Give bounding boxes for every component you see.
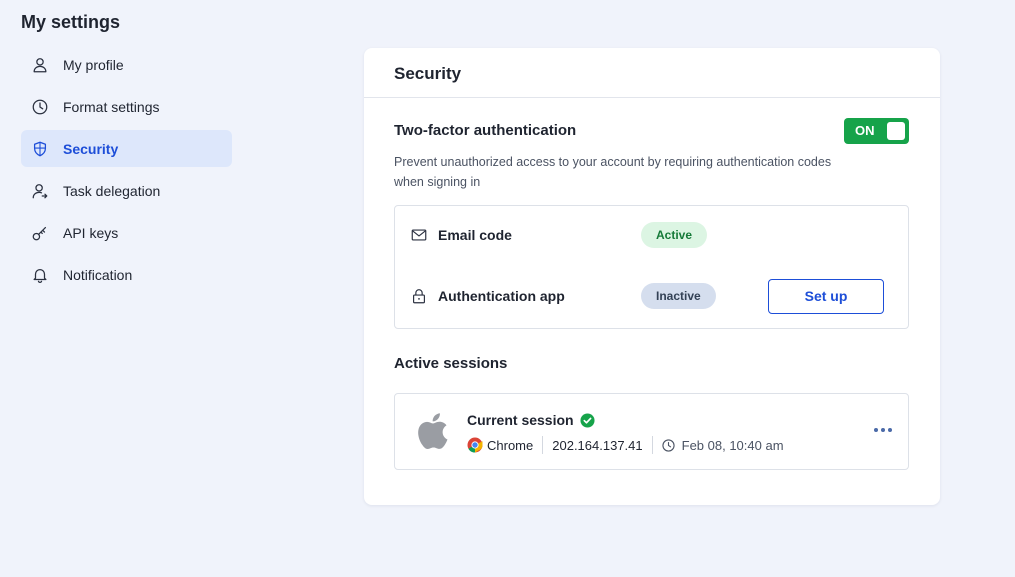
status-badge: Inactive bbox=[641, 283, 716, 309]
method-label: Email code bbox=[438, 227, 512, 243]
sidebar-item-label: Security bbox=[63, 140, 119, 157]
user-arrow-icon bbox=[31, 182, 49, 200]
sidebar-item-task-delegation[interactable]: Task delegation bbox=[21, 172, 232, 209]
bell-icon bbox=[31, 266, 49, 284]
chrome-icon bbox=[467, 437, 483, 453]
toggle-label: ON bbox=[855, 123, 875, 138]
key-icon bbox=[31, 224, 49, 242]
session-time: Feb 08, 10:40 am bbox=[681, 437, 784, 453]
setup-button[interactable]: Set up bbox=[768, 278, 884, 314]
clock-icon bbox=[661, 438, 675, 452]
divider bbox=[542, 436, 544, 454]
sidebar-item-label: Notification bbox=[63, 266, 133, 283]
dot bbox=[881, 428, 885, 432]
sidebar-item-security[interactable]: Security bbox=[21, 130, 232, 167]
session-title-wrap: Current session bbox=[467, 412, 595, 428]
sidebar-item-format-settings[interactable]: Format settings bbox=[21, 88, 232, 125]
sidebar-item-label: My profile bbox=[63, 56, 124, 73]
dot bbox=[888, 428, 892, 432]
active-sessions-title: Active sessions bbox=[394, 355, 508, 372]
mail-icon bbox=[411, 229, 427, 241]
sidebar-item-api-keys[interactable]: API keys bbox=[21, 214, 232, 251]
user-icon bbox=[31, 56, 49, 74]
session-meta: Chrome 202.164.137.41 Feb 08, 10:40 am bbox=[467, 436, 784, 454]
sidebar-item-label: API keys bbox=[63, 224, 119, 241]
sidebar-item-my-profile[interactable]: My profile bbox=[21, 46, 232, 83]
session-row: Current session Chrome 202.164.137.41 Fe… bbox=[394, 393, 909, 470]
apple-icon bbox=[418, 413, 448, 450]
session-ip: 202.164.137.41 bbox=[552, 437, 643, 453]
check-circle-icon bbox=[580, 412, 595, 428]
clock-icon bbox=[31, 98, 49, 116]
two-factor-toggle[interactable]: ON bbox=[844, 118, 909, 144]
card-title: Security bbox=[364, 48, 940, 98]
divider bbox=[651, 436, 653, 454]
security-card: Security Two-factor authentication ON Pr… bbox=[364, 48, 940, 505]
shield-icon bbox=[31, 140, 49, 158]
method-row-email: Email code Active bbox=[395, 217, 908, 253]
method-row-auth-app: Authentication app Inactive Set up bbox=[395, 278, 908, 314]
toggle-knob bbox=[887, 122, 905, 140]
dot bbox=[874, 428, 878, 432]
sidebar-item-notification[interactable]: Notification bbox=[21, 256, 232, 293]
session-title: Current session bbox=[467, 412, 574, 428]
two-factor-title: Two-factor authentication bbox=[394, 122, 577, 139]
session-browser: Chrome bbox=[487, 437, 534, 453]
lock-icon bbox=[413, 289, 425, 304]
status-badge: Active bbox=[641, 222, 708, 248]
more-options-icon[interactable] bbox=[874, 426, 892, 434]
auth-methods-list: Email code Active Authentication app Ina… bbox=[394, 205, 909, 329]
two-factor-description: Prevent unauthorized access to your acco… bbox=[394, 155, 832, 189]
settings-sidebar: My profile Format settings Security Task… bbox=[21, 46, 232, 298]
page-title: My settings bbox=[21, 12, 121, 32]
method-label: Authentication app bbox=[438, 288, 565, 304]
sidebar-item-label: Task delegation bbox=[63, 182, 161, 199]
sidebar-item-label: Format settings bbox=[63, 98, 160, 115]
